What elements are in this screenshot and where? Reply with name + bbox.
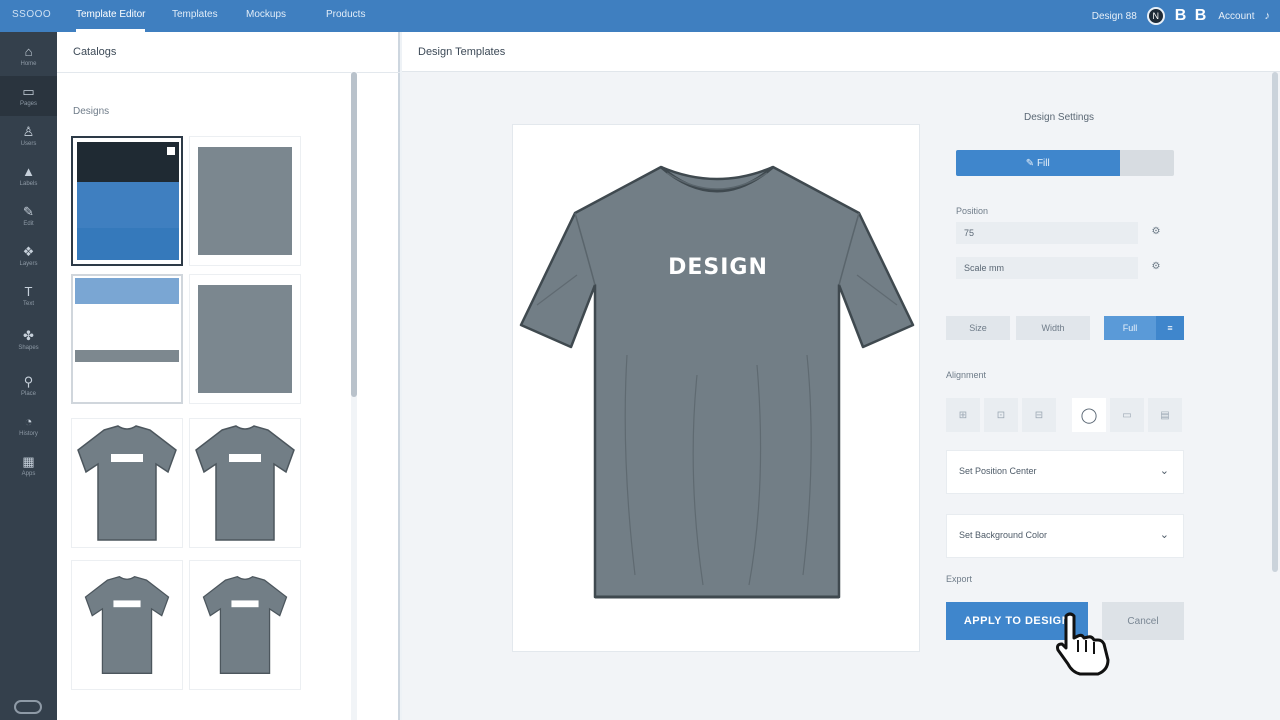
rail-item-users[interactable]: ♙ Users — [0, 116, 57, 156]
page-scrollbar[interactable] — [1272, 72, 1278, 572]
rail-item-labels[interactable]: ▲ Labels — [0, 156, 57, 196]
rail-item-place[interactable]: ⚲ Place — [0, 366, 57, 406]
panel-title: Catalogs — [73, 46, 117, 58]
tab-templates[interactable]: Templates — [172, 0, 218, 32]
rail-item-pages[interactable]: ▭ Pages — [0, 76, 57, 116]
background-dropdown[interactable]: Set Background Color ⌄ — [946, 514, 1184, 558]
dropdown-value: Set Position Center — [959, 466, 1037, 476]
top-bar: SSOOO Template Editor Templates Mockups … — [0, 0, 1280, 32]
rail-item-home[interactable]: ⌂ Home — [0, 36, 57, 76]
tab-mockups[interactable]: Mockups — [246, 0, 286, 32]
account-menu[interactable]: Account — [1218, 11, 1254, 22]
chevron-down-icon: ⌄ — [1159, 465, 1169, 477]
bell-icon[interactable]: ♪ — [1265, 10, 1271, 22]
tshirt-icon — [195, 425, 295, 541]
dropdown-value: Set Background Color — [959, 530, 1048, 540]
scrollbar-thumb[interactable] — [351, 72, 357, 397]
user-name[interactable]: Design 88 — [1092, 11, 1137, 22]
tshirt-icon — [84, 576, 170, 674]
align-right-icon[interactable]: ⊟ — [1022, 398, 1056, 432]
thumb-band-dark — [77, 142, 179, 182]
tab-template-editor[interactable]: Template Editor — [76, 0, 146, 32]
mockup-preview[interactable]: DESIGN — [512, 124, 920, 652]
design-print-text[interactable]: DESIGN — [663, 255, 773, 280]
chevron-down-icon: ⌄ — [1159, 529, 1169, 541]
toggle-icon[interactable] — [14, 700, 42, 714]
tshirt-icon — [202, 576, 288, 674]
template-thumb-3[interactable] — [71, 274, 183, 404]
tag-icon: ▲ — [22, 164, 35, 179]
seg-width[interactable]: Width — [1016, 316, 1090, 340]
distribute-icon[interactable]: ▤ — [1148, 398, 1182, 432]
seg-full[interactable]: Full — [1104, 316, 1156, 340]
export-label: Export — [946, 574, 973, 584]
clock-icon: ◔ — [24, 414, 33, 429]
rail-item-history[interactable]: ◔ History — [0, 406, 57, 446]
brand-mark: B B — [1174, 7, 1209, 24]
top-right-controls: Design 88 N B B Account ♪ — [1092, 0, 1270, 32]
align-left-icon[interactable]: ⊞ — [946, 398, 980, 432]
template-thumb-8[interactable] — [189, 560, 301, 690]
thumb-band-blue-dark — [77, 228, 179, 260]
tab-products[interactable]: Products — [326, 0, 365, 32]
seg-size[interactable]: Size — [946, 316, 1010, 340]
user-icon: ♙ — [22, 124, 35, 139]
fill-bar-progress: ✎ Fill — [956, 150, 1120, 176]
brand-logo: SSOOO — [12, 9, 52, 20]
canvas-header: Design Templates — [402, 32, 1280, 72]
template-thumb-7[interactable] — [71, 560, 183, 690]
divider — [57, 72, 400, 73]
tshirt-mockup[interactable] — [517, 155, 917, 605]
cancel-button[interactable]: Cancel — [1102, 602, 1184, 640]
icon-rail: ⌂ Home ▭ Pages ♙ Users ▲ Labels ✎ Edit ❖ Layer… — [0, 32, 57, 720]
layers-icon: ❖ — [22, 244, 35, 259]
rail-item-edit[interactable]: ✎ Edit — [0, 196, 57, 236]
template-thumb-6[interactable] — [189, 418, 301, 548]
position-label: Position — [956, 206, 989, 216]
value-field-1[interactable]: 75 — [956, 222, 1138, 244]
tshirt-icon — [77, 425, 177, 541]
rail-item-layers[interactable]: ❖ Layers — [0, 236, 57, 276]
avatar[interactable]: N — [1146, 7, 1165, 25]
thumb-band-top — [75, 278, 179, 304]
thumb-swatch — [198, 147, 292, 255]
alignment-toolbar: ⊞ ⊡ ⊟ ◯ ▭ ▤ — [946, 398, 1184, 432]
home-icon: ⌂ — [24, 44, 33, 59]
rail-item-shapes[interactable]: ✤ Shapes — [0, 320, 57, 360]
template-panel: Catalogs Designs — [57, 32, 400, 720]
properties-title: Design Settings — [1024, 112, 1095, 123]
value-field-2[interactable]: Scale mm — [956, 257, 1138, 279]
template-thumb-2[interactable] — [189, 136, 301, 266]
seg-menu[interactable]: ≡ — [1156, 316, 1184, 340]
section-label: Designs — [73, 106, 110, 117]
thumb-band-blue — [77, 182, 179, 228]
thumb-swatch — [198, 285, 292, 393]
pin-icon: ⚲ — [23, 374, 34, 389]
fill-bar[interactable]: ✎ Fill — [956, 150, 1174, 176]
canvas-title: Design Templates — [418, 46, 506, 58]
check-icon — [167, 147, 175, 155]
text-icon: T — [24, 284, 33, 299]
alignment-label: Alignment — [946, 370, 987, 380]
file-icon: ▭ — [22, 84, 35, 99]
edit-icon: ✎ — [23, 204, 34, 219]
rail-item-text[interactable]: T Text — [0, 276, 57, 316]
template-thumb-4[interactable] — [189, 274, 301, 404]
thumb-band-mid — [75, 350, 179, 362]
settings-icon[interactable]: ⚙ — [1148, 261, 1164, 277]
align-center-icon[interactable]: ⊡ — [984, 398, 1018, 432]
grid-icon: ▦ — [22, 454, 35, 469]
position-dropdown[interactable]: Set Position Center ⌄ — [946, 450, 1184, 494]
template-thumb-5[interactable] — [71, 418, 183, 548]
circle-icon[interactable]: ◯ — [1072, 398, 1106, 432]
rect-icon[interactable]: ▭ — [1110, 398, 1144, 432]
hand-cursor-icon — [1056, 612, 1110, 676]
template-thumb-1[interactable] — [71, 136, 183, 266]
settings-icon[interactable]: ⚙ — [1148, 226, 1164, 242]
share-icon: ✤ — [23, 328, 34, 343]
rail-item-apps[interactable]: ▦ Apps — [0, 446, 57, 486]
